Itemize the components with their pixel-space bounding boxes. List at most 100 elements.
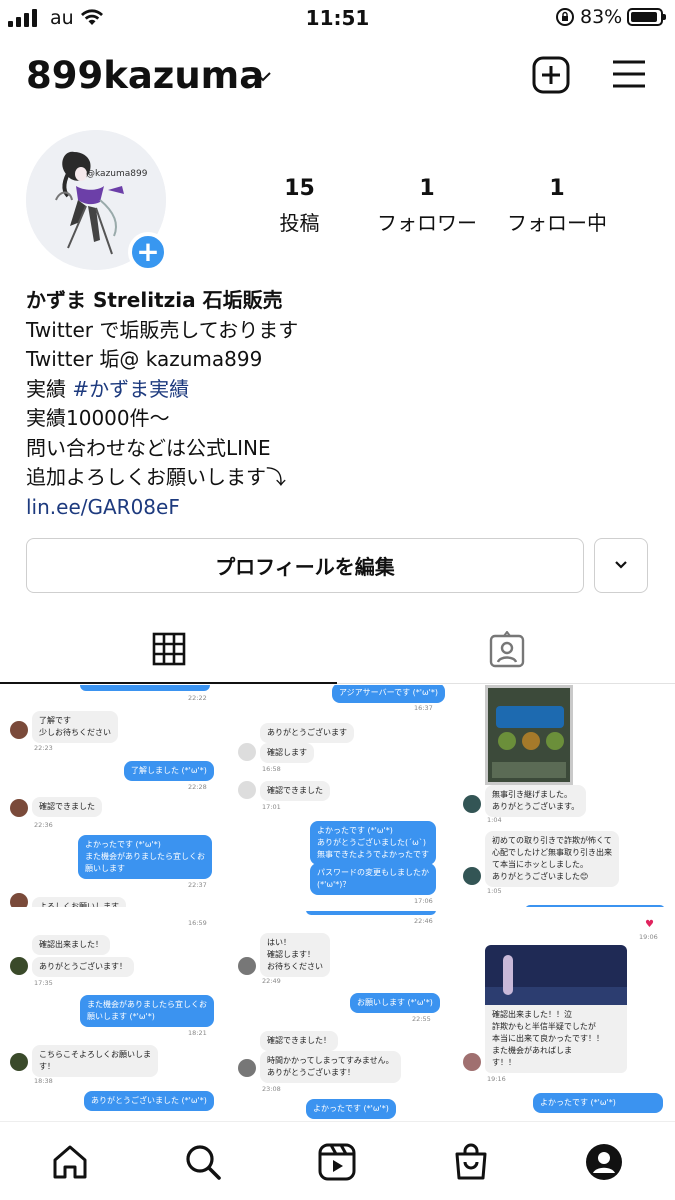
chat-bubble: 了解しました (*'ω'*) bbox=[124, 761, 214, 781]
chat-bubble: 確認出来ました！ bbox=[32, 935, 110, 955]
chat-bubble: 時間かかってしまってすみません。 ありがとうございます！ bbox=[260, 1051, 401, 1083]
chat-bubble bbox=[80, 685, 210, 691]
bio-text: 実績 bbox=[26, 376, 73, 401]
stat-following[interactable]: 1 フォロー中 bbox=[492, 176, 622, 236]
timestamp: 22:49 bbox=[262, 977, 281, 985]
display-name: かずま Strelitzia 石垢販売 bbox=[26, 288, 283, 312]
chat-bubble: お願いします (*'ω'*) bbox=[350, 993, 440, 1013]
timestamp: 1:05 bbox=[487, 887, 502, 895]
add-post-icon[interactable] bbox=[532, 56, 570, 98]
profile-stats: 15 投稿 1 フォロワー 1 フォロー中 bbox=[240, 176, 640, 236]
timestamp: 22:37 bbox=[188, 881, 207, 889]
game-screenshot bbox=[485, 945, 627, 1005]
bio-line: Twitter 垢@ kazuma899 bbox=[26, 347, 263, 371]
stat-value: 1 bbox=[419, 176, 435, 201]
timestamp: 1:04 bbox=[487, 816, 502, 824]
chat-bubble: 確認できました bbox=[260, 781, 330, 801]
bio-link[interactable]: lin.ee/GAR08eF bbox=[26, 493, 646, 523]
post-grid: 22:22 了解です 少しお待ちください 22:23 了解しました (*'ω'*… bbox=[0, 685, 675, 1121]
chat-bubble: アジアサーバーです (*'ω'*) bbox=[332, 685, 446, 703]
post-thumbnail-1[interactable]: 22:22 了解です 少しお待ちください 22:23 了解しました (*'ω'*… bbox=[0, 685, 222, 907]
suggested-accounts-button[interactable] bbox=[594, 538, 648, 593]
chat-bubble: はい！ 確認します！ お待ちください bbox=[260, 933, 330, 977]
timestamp: 17:35 bbox=[34, 979, 53, 987]
chat-bubble: よかったです (*'ω'*) ありがとうございました(´ω`) 無事できたようで… bbox=[310, 821, 436, 865]
timestamp: 22:22 bbox=[188, 694, 207, 702]
tab-grid[interactable] bbox=[0, 620, 337, 684]
avatar bbox=[238, 1059, 256, 1077]
post-thumbnail-5[interactable]: 22:46 はい！ 確認します！ お待ちください 22:49 お願いします (*… bbox=[226, 911, 448, 1121]
chat-bubble: よかったです (*'ω'*) bbox=[306, 1099, 396, 1119]
timestamp: 22:46 bbox=[414, 917, 433, 925]
timestamp: 22:36 bbox=[34, 821, 53, 829]
shop-icon[interactable] bbox=[451, 1142, 491, 1186]
bio-line: 問い合わせなどは公式LINE bbox=[26, 435, 271, 460]
profile-icon[interactable] bbox=[584, 1142, 624, 1186]
grid-icon bbox=[152, 632, 186, 670]
profile-header: 899kazuma bbox=[0, 50, 675, 100]
post-thumbnail-2[interactable]: アジアサーバーです (*'ω'*) 16:37 ありがとうございます 確認します… bbox=[226, 685, 448, 907]
chat-bubble: 初めての取り引きで詐欺が怖くて 心配でしたけど無事取り引き出来 て本当にホッとし… bbox=[485, 831, 619, 887]
avatar bbox=[10, 1053, 28, 1071]
tab-tagged[interactable] bbox=[338, 620, 675, 684]
timestamp: 19:06 bbox=[639, 933, 658, 941]
timestamp: 22:28 bbox=[188, 783, 207, 791]
bio-line: Twitter で垢販売しております bbox=[26, 317, 299, 342]
timestamp: 16:37 bbox=[414, 704, 433, 712]
chat-bubble: よかったです (*'ω'*) bbox=[533, 1093, 663, 1113]
stat-label: 投稿 bbox=[279, 211, 320, 235]
search-icon[interactable] bbox=[183, 1142, 223, 1186]
post-thumbnail-3[interactable]: 無事引き継げました。 ありがとうございます。 1:04 初めての取り引きで詐欺が… bbox=[453, 685, 675, 907]
tagged-icon bbox=[488, 630, 526, 673]
timestamp: 17:01 bbox=[262, 803, 281, 811]
reels-icon[interactable] bbox=[317, 1142, 357, 1186]
home-icon[interactable] bbox=[50, 1142, 90, 1186]
heart-icon: ♥ bbox=[645, 919, 654, 930]
stat-followers[interactable]: 1 フォロワー bbox=[362, 176, 492, 236]
game-screenshot bbox=[485, 685, 573, 785]
timestamp: 22:55 bbox=[412, 1015, 431, 1023]
avatar bbox=[10, 957, 28, 975]
stat-posts[interactable]: 15 投稿 bbox=[237, 176, 362, 236]
avatar bbox=[463, 867, 481, 885]
avatar-watermark: @kazuma899 bbox=[86, 169, 148, 179]
profile-bio: かずま Strelitzia 石垢販売 Twitter で垢販売しております T… bbox=[26, 286, 646, 522]
username-title[interactable]: 899kazuma bbox=[26, 54, 264, 97]
chevron-down-icon bbox=[614, 558, 628, 573]
chevron-down-icon[interactable] bbox=[254, 68, 272, 87]
post-thumbnail-6[interactable]: ♥ 19:06 確認出来ました！！泣 詐欺かもと半信半疑でしたが 本当に出来て良… bbox=[453, 911, 675, 1121]
chat-bubble: また機会がありましたら宜しくお 願いします (*'ω'*) bbox=[80, 995, 214, 1027]
battery-percent: 83% bbox=[580, 6, 623, 28]
avatar[interactable]: @kazuma899 + bbox=[26, 130, 168, 272]
battery-icon bbox=[627, 8, 666, 26]
avatar bbox=[10, 893, 28, 907]
chat-bubble: 確認します bbox=[260, 743, 314, 763]
hashtag-link[interactable]: #かずま実績 bbox=[72, 377, 189, 401]
timestamp: 22:23 bbox=[34, 744, 53, 752]
rotation-lock-icon bbox=[555, 7, 575, 31]
avatar bbox=[463, 795, 481, 813]
chat-bubble bbox=[306, 911, 436, 915]
post-thumbnail-4[interactable]: 16:59 確認出来ました！ ありがとうございます！ 17:35 また機会があり… bbox=[0, 911, 222, 1121]
add-story-button[interactable]: + bbox=[128, 232, 168, 272]
avatar bbox=[238, 781, 256, 799]
timestamp: 18:38 bbox=[34, 1077, 53, 1085]
avatar bbox=[10, 799, 28, 817]
timestamp: 18:21 bbox=[188, 1029, 207, 1037]
edit-profile-button[interactable]: プロフィールを編集 bbox=[26, 538, 584, 593]
timestamp: 17:06 bbox=[414, 897, 433, 905]
chat-bubble: 確認できました！ bbox=[260, 1031, 338, 1051]
chat-bubble: パスワードの変更もしましたか (*'ω'*)？ bbox=[310, 863, 436, 895]
status-bar: au 11:51 83% bbox=[0, 0, 675, 36]
bio-line: 実績10000件〜 bbox=[26, 406, 170, 430]
avatar bbox=[10, 721, 28, 739]
chat-bubble: ありがとうございました (*'ω'*) bbox=[84, 1091, 214, 1111]
bio-line: 実績 #かずま実績 bbox=[26, 375, 646, 405]
timestamp: 19:16 bbox=[487, 1075, 506, 1083]
avatar bbox=[463, 1053, 481, 1071]
chat-bubble: 確認できました bbox=[32, 797, 102, 817]
menu-icon[interactable] bbox=[611, 58, 647, 94]
stat-value: 1 bbox=[549, 176, 565, 201]
stat-value: 15 bbox=[284, 176, 315, 201]
avatar bbox=[238, 957, 256, 975]
